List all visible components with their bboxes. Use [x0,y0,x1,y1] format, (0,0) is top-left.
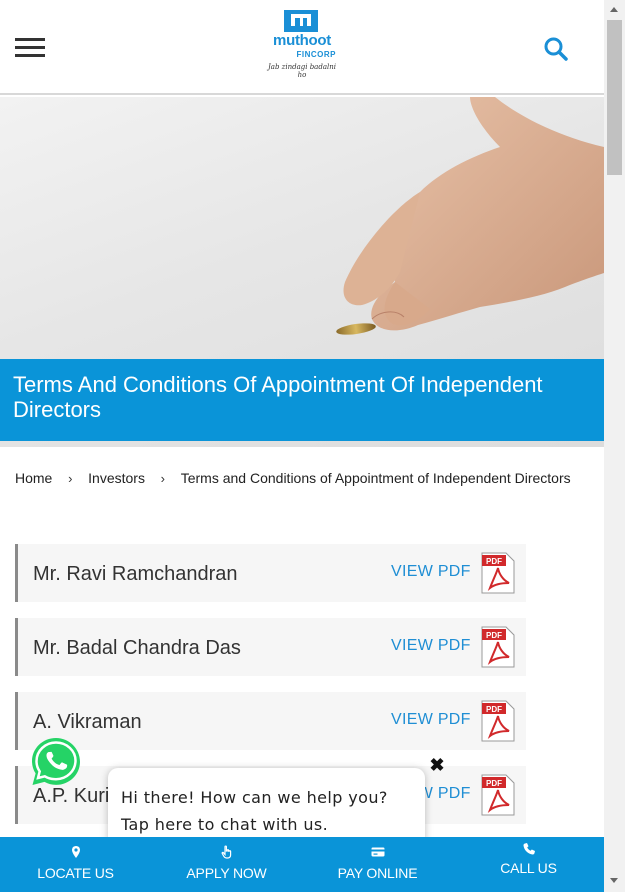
hand-pointer-icon [221,845,231,859]
logo-tagline: Jab zindagi badalni ho [267,63,336,79]
scrollbar-thumb[interactable] [607,20,622,175]
apply-now-label: APPLY NOW [186,865,267,881]
view-pdf-link[interactable]: VIEW PDF [391,563,471,581]
director-name: Mr. Badal Chandra Das [33,637,241,659]
chat-message: Hi there! How can we help you? Tap here … [121,788,388,834]
page: muthoot FINCORP Jab zindagi badalni ho T… [0,0,625,892]
hamburger-menu-icon[interactable] [15,38,45,58]
list-item: Mr. Ravi Ramchandran VIEW PDF PDF [15,544,526,602]
pdf-icon[interactable]: PDF [481,626,515,668]
list-item: Mr. Badal Chandra Das VIEW PDF PDF [15,618,526,676]
credit-card-icon [371,847,384,857]
hero-banner: Terms And Conditions Of Appointment Of I… [0,97,604,447]
list-item: A. Vikraman VIEW PDF PDF [15,692,526,750]
call-us-button[interactable]: CALL US [453,837,604,892]
pdf-icon[interactable]: PDF [481,700,515,742]
page-title-banner: Terms And Conditions Of Appointment Of I… [0,359,604,441]
breadcrumb-separator-icon: › [68,471,73,486]
whatsapp-icon[interactable] [29,735,83,789]
locate-us-button[interactable]: LOCATE US [0,837,151,892]
page-title: Terms And Conditions Of Appointment Of I… [13,372,543,422]
director-name: Mr. Ravi Ramchandran [33,563,238,585]
location-pin-icon [71,846,80,858]
view-pdf-link[interactable]: VIEW PDF [391,711,471,729]
search-icon[interactable] [543,36,569,62]
scroll-down-arrow-icon[interactable] [610,878,618,883]
scroll-up-arrow-icon[interactable] [610,7,618,12]
breadcrumb-investors[interactable]: Investors [88,470,145,486]
pdf-icon[interactable]: PDF [481,552,515,594]
svg-text:PDF: PDF [486,631,502,640]
breadcrumb-current: Terms and Conditions of Appointment of I… [180,470,571,486]
svg-text:PDF: PDF [486,557,502,566]
pdf-icon[interactable]: PDF [481,774,515,816]
svg-text:PDF: PDF [486,779,502,788]
logo-brand-text: muthoot [273,32,331,49]
site-header: muthoot FINCORP Jab zindagi badalni ho [0,0,604,95]
pay-online-button[interactable]: PAY ONLINE [302,837,453,892]
logo-sub-text: FINCORP [296,50,336,59]
hand-coin-image [336,97,604,335]
page-scrollbar[interactable] [604,0,625,892]
chat-prompt-bubble[interactable]: Hi there! How can we help you? Tap here … [108,768,425,848]
breadcrumb-home[interactable]: Home [15,470,52,486]
view-pdf-link[interactable]: VIEW PDF [391,637,471,655]
muthoot-fincorp-logo[interactable]: muthoot FINCORP Jab zindagi badalni ho [262,8,342,79]
breadcrumb: Home › Investors › Terms and Conditions … [15,470,571,486]
pay-online-label: PAY ONLINE [337,865,418,881]
bottom-nav: LOCATE US APPLY NOW PAY ONLINE CALL US [0,837,604,892]
svg-text:PDF: PDF [486,705,502,714]
apply-now-button[interactable]: APPLY NOW [151,837,302,892]
locate-us-label: LOCATE US [37,865,114,881]
close-icon[interactable]: ✖ [428,756,446,774]
logo-mark-icon [284,10,318,32]
director-name: A. Vikraman [33,711,142,733]
call-us-label: CALL US [500,860,557,876]
breadcrumb-separator-icon: › [160,471,166,486]
phone-icon [522,843,535,855]
